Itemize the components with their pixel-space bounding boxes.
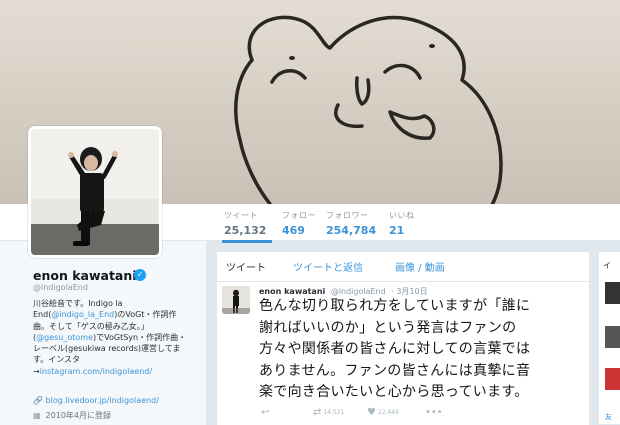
- stat-followers-label: フォロワー: [326, 211, 369, 220]
- suggestion-thumb[interactable]: [605, 368, 620, 390]
- bio-text: レーベル(gesukiwa records)運営してま: [33, 344, 181, 354]
- profile-avatar[interactable]: [28, 126, 162, 258]
- profile-joined: 2010年4月に登録: [45, 411, 111, 420]
- timeline-panel: ツイート ツイートと返信 画像 / 動画 enon kawatani @indi…: [216, 251, 590, 425]
- tab-media[interactable]: 画像 / 動画: [395, 259, 445, 274]
- verified-badge-icon: ✓: [134, 269, 146, 281]
- tweet-avatar-photo: [222, 286, 250, 314]
- bio-line: す。インスタ: [33, 354, 203, 365]
- tweet-text-line: ありません。ファンの皆さんには真摯に音: [259, 362, 531, 379]
- profile-url-row[interactable]: 🔗 blog.livedoor.jp/indigolaend/: [33, 396, 159, 405]
- bio-text: →: [33, 366, 40, 376]
- more-icon: •••: [425, 407, 443, 418]
- stat-followers[interactable]: フォロワー 254,784: [326, 210, 376, 237]
- stat-following-value: 469: [282, 224, 305, 237]
- tweet-author-handle[interactable]: @indigolaEnd: [331, 287, 386, 296]
- bio-line: (@gesu_otome)でVoGtSyn・作詞作曲・: [33, 332, 203, 343]
- tweet-text-line: 謝ればいいのか」という発言はファンの: [259, 319, 517, 336]
- bio-line: 川谷絵音です。Indigo la: [33, 298, 203, 309]
- more-button[interactable]: •••: [425, 407, 443, 418]
- retweet-button[interactable]: ⇄ 14,521: [313, 407, 344, 418]
- tweet-author-avatar[interactable]: [222, 286, 250, 314]
- like-count: 22,446: [377, 409, 399, 416]
- suggestion-thumb[interactable]: [605, 326, 620, 348]
- link-icon: 🔗: [33, 396, 43, 405]
- right-sidebar-label: イ: [603, 261, 611, 270]
- profile-handle[interactable]: @indigolaEnd: [33, 283, 88, 292]
- bio-text: )でVoGtSyn・作詞作曲・: [93, 332, 187, 342]
- tab-tweets-and-replies[interactable]: ツイートと返信: [293, 259, 363, 274]
- bio-link[interactable]: @indigo_la_End: [51, 310, 114, 319]
- reply-icon: ↩: [261, 407, 270, 418]
- bio-link[interactable]: instagram.com/indigolaend/: [40, 367, 152, 376]
- tweet-text: 色んな切り取られ方をしていますが「誰に 謝ればいいのか」という発言はファンの 方…: [259, 296, 587, 404]
- like-button[interactable]: ♥ 22,446: [367, 407, 399, 418]
- stat-following-label: フォロー: [282, 211, 316, 220]
- suggestion-thumb[interactable]: [605, 282, 620, 304]
- retweet-icon: ⇄: [313, 407, 322, 418]
- profile-name[interactable]: enon kawatani: [33, 268, 137, 283]
- heart-icon: ♥: [367, 407, 376, 418]
- retweet-count: 14,521: [323, 409, 345, 416]
- bio-link[interactable]: @gesu_otome: [36, 333, 93, 342]
- tweet-date[interactable]: · 3月10日: [391, 287, 427, 296]
- stat-following[interactable]: フォロー 469: [282, 210, 316, 237]
- reply-button[interactable]: ↩: [261, 407, 269, 418]
- timeline-tabs: ツイート ツイートと返信 画像 / 動画: [217, 252, 589, 282]
- profile-joined-row: ▦ 2010年4月に登録: [33, 410, 111, 421]
- bio-line: レーベル(gesukiwa records)運営してま: [33, 343, 203, 354]
- stat-tweets-value: 25,132: [224, 224, 267, 237]
- bio-text: )のVoGt・作詞作: [114, 310, 177, 320]
- tweet-text-line: 色んな切り取られ方をしていますが「誰に: [259, 298, 531, 314]
- bio-text: End(: [33, 310, 52, 320]
- tweet-text-line: 方々や関係者の皆さんに対しての言葉では: [259, 341, 531, 357]
- bio-line: →instagram.com/indigolaend/: [33, 366, 203, 377]
- tweet-text-line: 楽で向き合いたいと心から思っています。: [259, 384, 529, 400]
- stat-followers-value: 254,784: [326, 224, 377, 237]
- avatar-photo: [31, 129, 159, 255]
- bio-line: 曲。そして「ゲスの極み乙女。」: [33, 321, 203, 332]
- right-sidebar: イ 友: [598, 251, 620, 425]
- stat-likes-value: 21: [389, 224, 405, 237]
- stat-tweets[interactable]: ツイート 25,132: [221, 210, 273, 243]
- profile-url[interactable]: blog.livedoor.jp/indigolaend/: [46, 396, 159, 405]
- profile-bio: 川谷絵音です。Indigo la End(@indigo_la_End)のVoGt…: [33, 298, 203, 377]
- calendar-icon: ▦: [33, 411, 41, 420]
- stat-likes[interactable]: いいね 21: [389, 210, 415, 237]
- right-sidebar-more[interactable]: 友: [605, 412, 612, 422]
- tab-tweets[interactable]: ツイート: [226, 259, 266, 274]
- bio-text: 曲。そして「ゲスの極み乙女。」: [33, 321, 149, 331]
- bio-text: 川谷絵音です。Indigo la: [33, 299, 123, 308]
- bio-text: す。インスタ: [33, 355, 81, 365]
- tweet-author-name[interactable]: enon kawatani: [259, 287, 325, 296]
- stat-likes-label: いいね: [389, 211, 415, 220]
- bio-line: End(@indigo_la_End)のVoGt・作詞作: [33, 309, 203, 320]
- stat-tweets-label: ツイート: [224, 211, 258, 220]
